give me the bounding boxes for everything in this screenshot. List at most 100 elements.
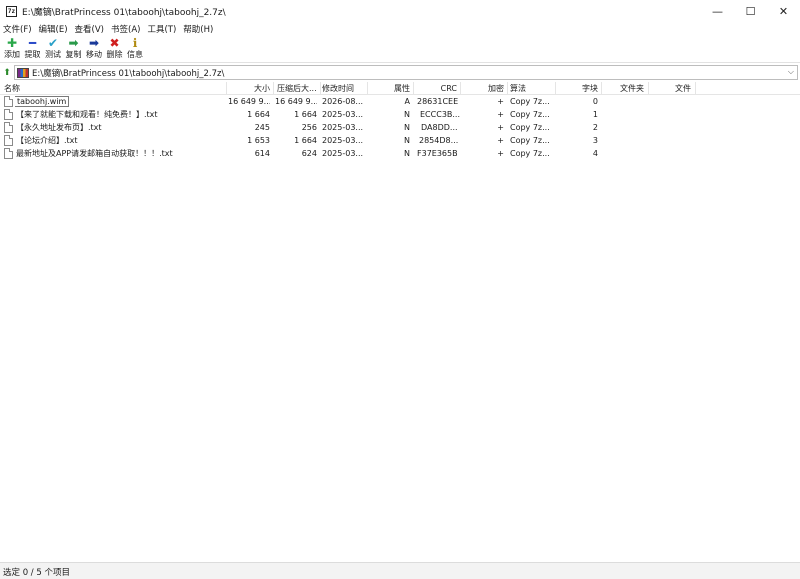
file-size: 1 664 — [247, 110, 270, 119]
column-divider[interactable] — [226, 82, 227, 95]
file-crc: DA8DD... — [421, 123, 458, 132]
menu-edit[interactable]: 编辑(E) — [39, 23, 68, 35]
file-row[interactable]: 【来了就能下载和观看！纯免费！】.txt 1 664 1 664 2025-03… — [0, 108, 800, 121]
extract-button[interactable]: ━ 提取 — [23, 36, 43, 62]
column-divider[interactable] — [601, 82, 602, 95]
file-method: Copy 7z... — [510, 110, 550, 119]
column-divider[interactable] — [460, 82, 461, 95]
file-attributes: N — [404, 136, 410, 145]
column-header-files[interactable]: 文件 — [675, 82, 705, 95]
file-packed-size: 624 — [301, 149, 317, 158]
column-divider[interactable] — [507, 82, 508, 95]
file-size: 614 — [254, 149, 270, 158]
file-packed-size: 16 649 9... — [275, 97, 317, 106]
file-crc: 2854D8... — [419, 136, 459, 145]
path-combobox[interactable]: E:\魔镝\BratPrincess 01\taboohj\taboohj_2.… — [14, 65, 798, 80]
up-folder-icon[interactable]: ⬆ — [0, 68, 14, 78]
file-row[interactable]: 【永久地址发布页】.txt 245 256 2025-03... N DA8DD… — [0, 121, 800, 134]
file-row[interactable]: taboohj.wim 16 649 9... 16 649 9... 2026… — [0, 95, 800, 108]
file-packed-size: 1 664 — [294, 136, 317, 145]
address-bar: ⬆ E:\魔镝\BratPrincess 01\taboohj\taboohj_… — [0, 64, 800, 81]
column-divider[interactable] — [695, 82, 696, 95]
file-row[interactable]: 【论坛介绍】.txt 1 653 1 664 2025-03... N 2854… — [0, 134, 800, 147]
column-header-attributes[interactable]: 属性 — [370, 82, 410, 95]
file-method: Copy 7z... — [510, 136, 550, 145]
copy-button[interactable]: ➡ 复制 — [64, 36, 84, 62]
copy-arrow-icon: ➡ — [68, 36, 79, 50]
add-label: 添加 — [4, 50, 20, 59]
test-label: 测试 — [45, 50, 61, 59]
add-button[interactable]: ✚ 添加 — [2, 36, 22, 62]
minimize-button[interactable]: — — [701, 0, 734, 22]
file-encrypted: + — [497, 110, 504, 119]
7zip-app-icon[interactable]: 7z — [6, 5, 17, 17]
column-header-crc[interactable]: CRC — [414, 82, 457, 95]
column-divider[interactable] — [555, 82, 556, 95]
menu-bookmarks[interactable]: 书签(A) — [111, 23, 140, 35]
chevron-down-icon[interactable]: ⌵ — [788, 67, 794, 77]
maximize-button[interactable]: ☐ — [734, 0, 767, 22]
file-name: 【永久地址发布页】.txt — [16, 123, 102, 132]
path-text: E:\魔镝\BratPrincess 01\taboohj\taboohj_2.… — [32, 68, 225, 79]
extract-label: 提取 — [24, 50, 41, 59]
info-button[interactable]: ℹ 信息 — [125, 36, 145, 62]
file-crc: 28631CEE — [417, 97, 459, 106]
file-size: 245 — [254, 123, 270, 132]
file-block: 4 — [592, 149, 598, 158]
file-row[interactable]: 最新地址及APP请发邮箱自动获取！！！.txt 614 624 2025-03.… — [0, 147, 800, 160]
column-divider[interactable] — [273, 82, 274, 95]
archive-icon — [17, 67, 29, 78]
column-header-folders[interactable]: 文件夹 — [620, 82, 660, 95]
column-divider[interactable] — [367, 82, 368, 95]
delete-button[interactable]: ✖ 删除 — [105, 36, 125, 62]
file-icon — [4, 109, 13, 120]
file-modified: 2025-03... — [322, 123, 364, 132]
file-modified: 2025-03... — [322, 136, 364, 145]
file-packed-size: 1 664 — [294, 110, 317, 119]
file-block: 0 — [592, 97, 598, 106]
menu-help[interactable]: 帮助(H) — [183, 23, 213, 35]
menu-view[interactable]: 查看(V) — [75, 23, 104, 35]
column-header-name[interactable]: 名称 — [4, 82, 224, 95]
file-name: 【论坛介绍】.txt — [16, 136, 78, 145]
file-encrypted: + — [497, 136, 504, 145]
file-attributes: N — [404, 123, 410, 132]
column-header-block[interactable]: 字块 — [558, 82, 598, 95]
file-method: Copy 7z... — [510, 123, 550, 132]
file-attributes: N — [404, 110, 410, 119]
selection-status: 选定 0 / 5 个项目 — [3, 568, 70, 578]
file-modified: 2025-03... — [322, 110, 364, 119]
file-modified: 2025-03... — [322, 149, 364, 158]
file-attributes: N — [404, 149, 410, 158]
column-header-encrypted[interactable]: 加密 — [462, 82, 504, 95]
file-crc: ECCC3B... — [420, 110, 460, 119]
test-button[interactable]: ✔ 测试 — [43, 36, 63, 62]
file-icon — [4, 148, 13, 159]
file-crc: F37E365B — [417, 149, 458, 158]
column-divider[interactable] — [320, 82, 321, 95]
file-attributes: A — [404, 97, 410, 106]
status-bar: 选定 0 / 5 个项目 — [0, 562, 800, 579]
column-header-size[interactable]: 大小 — [228, 82, 270, 95]
file-method: Copy 7z... — [510, 97, 550, 106]
menu-tools[interactable]: 工具(T) — [147, 23, 176, 35]
close-button[interactable]: ✕ — [767, 0, 800, 22]
file-packed-size: 256 — [301, 123, 317, 132]
copy-label: 复制 — [65, 50, 82, 59]
file-icon — [4, 96, 13, 107]
column-header-packed-size[interactable]: 压缩后大... — [277, 82, 319, 95]
move-label: 移动 — [86, 50, 102, 59]
window-controls: — ☐ ✕ — [701, 0, 800, 22]
move-button[interactable]: ➡ 移动 — [84, 36, 104, 62]
file-name: 【来了就能下载和观看！纯免费！】.txt — [16, 110, 158, 119]
menu-file[interactable]: 文件(F) — [3, 23, 32, 35]
delete-label: 删除 — [106, 50, 123, 59]
column-divider[interactable] — [648, 82, 649, 95]
file-size: 1 653 — [247, 136, 270, 145]
file-method: Copy 7z... — [510, 149, 550, 158]
file-size: 16 649 9... — [228, 97, 270, 106]
file-name: taboohj.wim — [15, 95, 225, 108]
file-encrypted: + — [497, 97, 504, 106]
column-header-method[interactable]: 算法 — [510, 82, 554, 95]
column-header-modified[interactable]: 修改时间 — [322, 82, 366, 95]
